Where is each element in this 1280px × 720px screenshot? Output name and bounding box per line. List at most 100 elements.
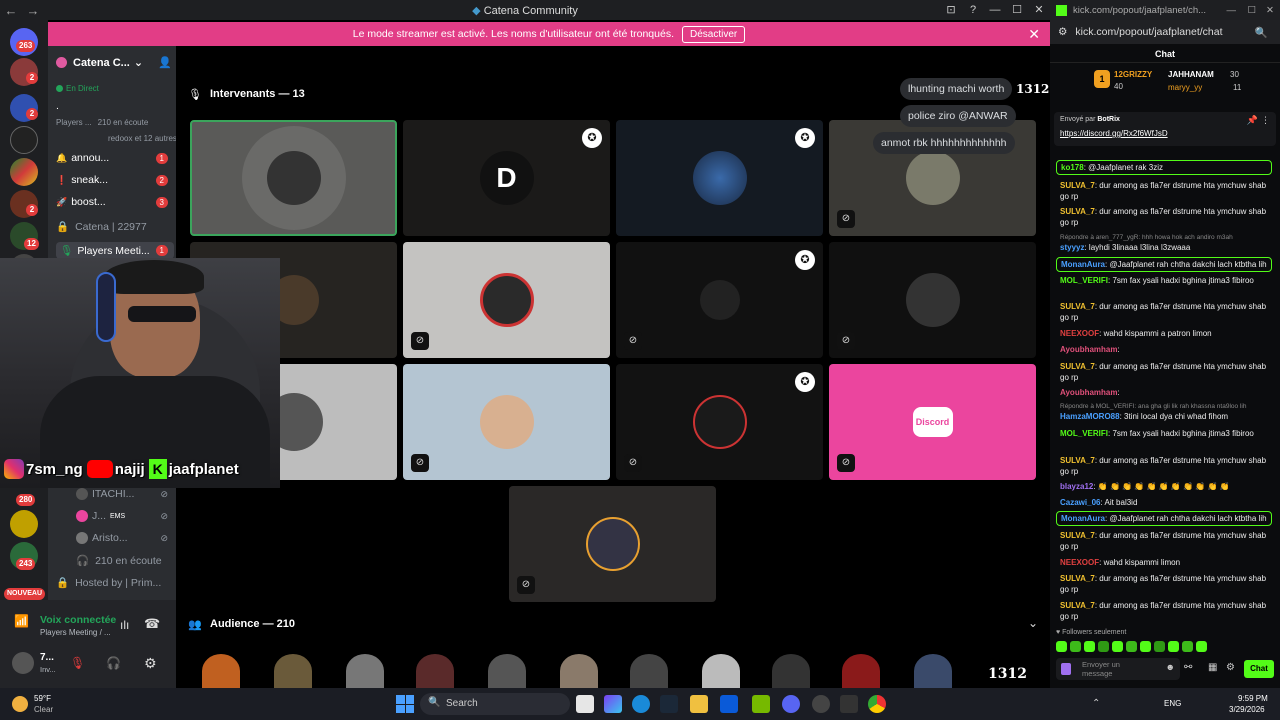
emote-icon[interactable] [1154,641,1165,652]
pinned-message[interactable]: Envoyé par BotRix https://discord.gg/Rx2… [1054,112,1276,146]
chat-message[interactable]: MOL_VERIFI: 7sm fax ysali hadxi bghina j… [1060,428,1272,439]
pin-icon[interactable]: 📌 [1247,115,1258,126]
store-icon[interactable] [720,695,738,713]
server-icon[interactable] [10,158,38,186]
chat-message[interactable]: SULVA_7: dur among as fla7er dstrume hta… [1060,573,1272,595]
chat-username[interactable]: SULVA_7 [1060,456,1095,465]
chat-username[interactable]: Ayoubhamham [1060,345,1118,354]
noise-suppression-icon[interactable]: ılı [120,618,129,632]
audience-avatar[interactable] [630,654,668,688]
emote-icon[interactable] [1084,641,1095,652]
chat-username[interactable]: ko178 [1061,163,1084,172]
site-settings-icon[interactable]: ⚙ [1058,26,1067,38]
server-header[interactable]: Catena C... ⌄ 👤 [56,56,174,69]
hosted-channel[interactable]: 🔒 Hosted by | Prim... [56,576,174,590]
emote-icon[interactable] [1126,641,1137,652]
chat-username[interactable]: HamzaMORO88 [1060,412,1120,421]
minimize-button[interactable]: — [984,0,1006,20]
chat-username[interactable]: blayza12 [1060,482,1093,491]
speaker-tile[interactable]: ✪ ⊘ [616,364,823,480]
chat-message[interactable]: NEEXOOF: wahd kispammi limon [1060,557,1272,568]
emote-icon[interactable] [1098,641,1109,652]
chat-message[interactable]: blayza12: 👏 👏 👏 👏 👏 👏 👏 👏 👏 👏 👏 [1060,481,1272,492]
chrome-icon[interactable] [868,695,886,713]
obs-icon[interactable] [812,695,830,713]
folder-icon[interactable] [690,695,708,713]
chat-username[interactable]: MonanAura [1061,260,1105,269]
chat-message[interactable]: ko178: @Jaafplanet rak 3ziz [1056,160,1272,175]
voice-channel[interactable]: Players Meeting / ... [40,628,111,637]
help-icon[interactable]: ? [962,0,984,20]
speaker-tile[interactable]: ⊘ [403,242,610,358]
channel-sneak[interactable]: ❗ sneak... 2 [56,174,174,186]
chat-username[interactable]: NEEXOOF [1060,558,1099,567]
weather-temp[interactable]: 59°F [34,694,51,703]
grid-icon[interactable]: ▦ [1208,662,1217,673]
chat-message[interactable]: SULVA_7: dur among as fla7er dstrume hta… [1060,301,1272,323]
chat-username[interactable]: SULVA_7 [1060,362,1095,371]
chat-message[interactable]: Cazawi_06: Ait bal3id [1060,497,1272,508]
send-chat-button[interactable]: Chat [1244,660,1274,678]
windows-start-icon[interactable] [396,695,414,713]
taskbar-search[interactable]: 🔍 Search [420,693,570,715]
speaker-tile[interactable]: ⊘ [509,486,716,602]
chat-message[interactable]: SULVA_7: dur among as fla7er dstrume hta… [1060,455,1272,477]
more-options-icon[interactable]: ⋮ [1261,115,1270,126]
chat-message[interactable]: SULVA_7: dur among as fla7er dstrume hta… [1060,361,1272,383]
chat-message[interactable]: Ayoubhamham: [1060,387,1272,398]
chat-username[interactable]: SULVA_7 [1060,302,1095,311]
emote-icon[interactable] [1182,641,1193,652]
channel-catena[interactable]: 🔒 Catena | 22977 [56,220,174,234]
top-gifter-name[interactable]: 12GRIZZY [1114,70,1152,79]
top-gifter-name[interactable]: JAHHANAM [1168,70,1214,79]
chat-message[interactable]: MOL_VERIFI: 7sm fax ysali hadxi bghina j… [1060,275,1272,286]
emote-icon[interactable] [1168,641,1179,652]
member-row[interactable]: J... EMS ⊘ [76,510,174,522]
kick-url[interactable]: kick.com/popout/jaafplanet/chat [1075,26,1222,38]
add-member-icon[interactable]: 👤 [158,56,172,69]
chat-message[interactable]: SULVA_7: dur among as fla7er dstrume hta… [1060,180,1272,202]
audience-avatar[interactable] [416,654,454,688]
audience-avatar[interactable] [914,654,952,688]
close-button[interactable]: ✕ [1266,5,1274,16]
emoji-icon[interactable]: ☻ [1166,662,1175,672]
listening-count[interactable]: 🎧 210 en écoute [76,554,174,568]
avatar[interactable] [12,652,34,674]
chat-message[interactable]: SULVA_7: dur among as fla7er dstrume hta… [1060,530,1272,552]
disconnect-icon[interactable]: ☎ [144,616,160,632]
audience-avatar[interactable] [702,654,740,688]
chat-username[interactable]: MonanAura [1061,514,1105,523]
app-icon[interactable] [840,695,858,713]
speaker-tile[interactable]: ✪ [616,120,823,236]
chat-message[interactable]: SULVA_7: dur among as fla7er dstrume hta… [1060,600,1272,622]
chat-message[interactable]: SULVA_7: dur among as fla7er dstrume hta… [1060,206,1272,228]
channel-announcements[interactable]: 🔔 annou... 1 [56,152,174,164]
chat-message[interactable]: Ayoubhamham: [1060,344,1272,355]
chat-username[interactable]: NEEXOOF [1060,329,1099,338]
settings-gear-icon[interactable]: ⚙ [144,655,157,672]
audience-avatar[interactable] [560,654,598,688]
member-row[interactable]: ITACHI... ⊘ [76,488,174,500]
banner-close-icon[interactable]: ✕ [1028,26,1040,43]
top-gifter-name[interactable]: maryy_yy [1168,83,1202,92]
maximize-button[interactable]: ☐ [1006,0,1028,20]
chat-message[interactable]: HamzaMORO88: 3tini local dya chi whad fi… [1060,411,1272,422]
speaker-tile[interactable]: D ✪ [403,120,610,236]
chat-message[interactable]: styyyz: layhdi 3linaaa l3lina l3zwaaa [1060,242,1272,253]
pinned-link[interactable]: https://discord.gg/Rx2f6WfJsD [1060,129,1168,138]
channel-players-meeting[interactable]: 🎙 Players Meeti... 1 [56,242,174,259]
search-icon[interactable]: 🔍 [1255,26,1268,39]
chat-username[interactable]: Ayoubhamham [1060,388,1118,397]
discord-taskbar-icon[interactable] [782,695,800,713]
chat-username[interactable]: MOL_VERIFI [1060,429,1108,438]
emote-icon[interactable] [1056,641,1067,652]
audience-avatar[interactable] [346,654,384,688]
chevron-up-icon[interactable]: ⌃ [1092,698,1100,709]
weather-moon-icon[interactable] [12,696,28,712]
edge-icon[interactable] [632,695,650,713]
server-icon[interactable] [10,126,38,154]
member-row[interactable]: Aristo... ⊘ [76,532,174,544]
speaker-tile[interactable]: ✪ ⊘ [616,242,823,358]
nvidia-icon[interactable] [752,695,770,713]
language-indicator[interactable]: ENG [1164,699,1181,708]
